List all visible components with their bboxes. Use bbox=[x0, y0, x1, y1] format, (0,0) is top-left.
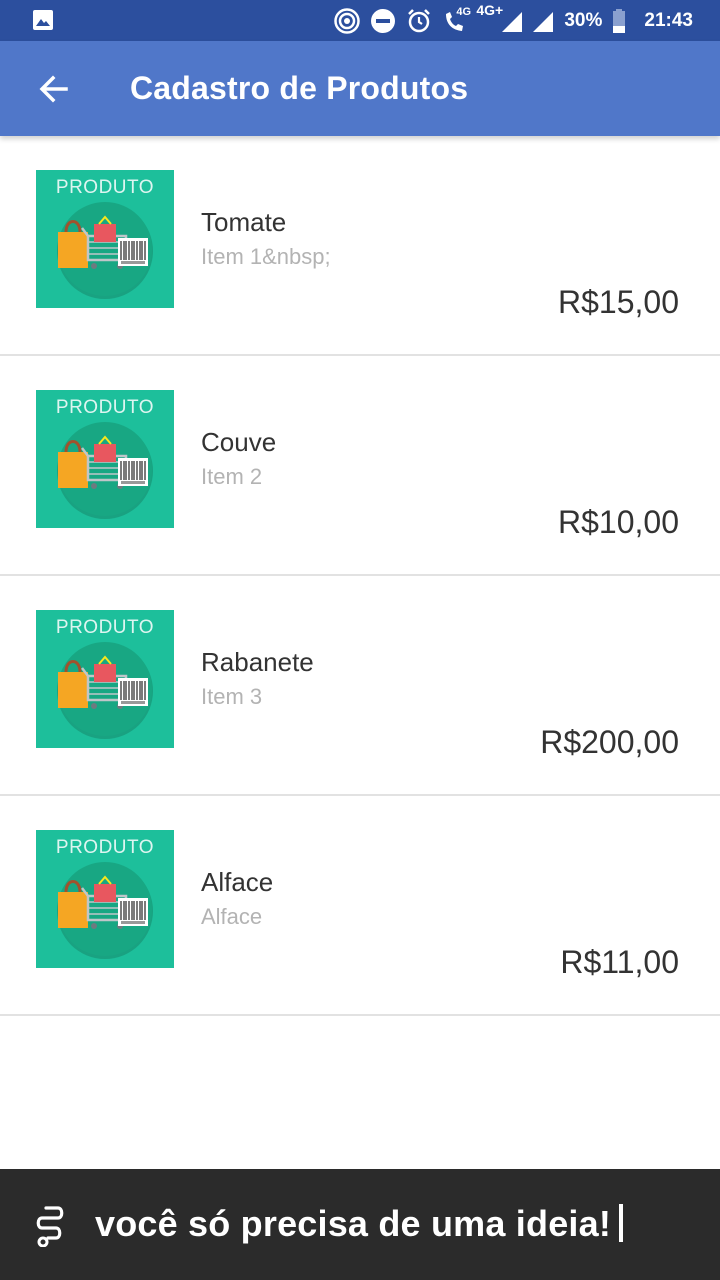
product-thumbnail: PRODUTO bbox=[36, 170, 174, 308]
product-price: R$200,00 bbox=[540, 724, 679, 760]
product-description: Item 2 bbox=[201, 464, 263, 489]
banner-slogan: você só precisa de uma ideia! bbox=[95, 1199, 624, 1249]
product-description: Alface bbox=[201, 904, 263, 929]
product-list-item[interactable]: PRODUTO Rabanete Item 3 R$200,00 bbox=[0, 576, 720, 796]
back-button[interactable] bbox=[22, 63, 86, 115]
thumbnail-label: PRODUTO bbox=[55, 617, 155, 638]
product-thumbnail: PRODUTO bbox=[36, 390, 174, 528]
signal-strength-icon bbox=[532, 8, 554, 34]
product-price: R$10,00 bbox=[558, 504, 679, 540]
thumbnail-label: PRODUTO bbox=[55, 177, 155, 198]
product-thumbnail: PRODUTO bbox=[36, 830, 174, 968]
hotspot-icon bbox=[334, 7, 361, 34]
product-list-item[interactable]: PRODUTO Tomate Item 1&nbsp; R$15,00 bbox=[0, 136, 720, 356]
product-name: Rabanete bbox=[201, 647, 314, 677]
do-not-disturb-icon bbox=[370, 8, 396, 34]
product-description: Item 3 bbox=[201, 684, 263, 709]
clock: 21:43 bbox=[644, 9, 693, 31]
product-name: Couve bbox=[201, 427, 277, 457]
arrow-back-icon bbox=[39, 75, 68, 103]
alarm-icon bbox=[406, 8, 432, 34]
page-title: Cadastro de Produtos bbox=[130, 70, 469, 106]
product-name: Tomate bbox=[201, 207, 287, 237]
promo-banner[interactable]: você só precisa de uma ideia! bbox=[0, 1169, 720, 1280]
product-list-item[interactable]: PRODUTO Couve Item 2 R$10,00 bbox=[0, 356, 720, 576]
app-bar: Cadastro de Produtos bbox=[0, 41, 720, 136]
product-price: R$15,00 bbox=[558, 284, 679, 320]
signal-4g-plus-icon: 4G+ bbox=[476, 2, 523, 34]
product-description: Item 1&nbsp; bbox=[201, 244, 331, 269]
product-list: PRODUTO Tomate Item 1&nbsp; R$15,00 PROD… bbox=[0, 136, 720, 1016]
status-bar: 4G 4G+ 30% 21:43 bbox=[0, 0, 720, 41]
product-thumbnail: PRODUTO bbox=[36, 610, 174, 748]
thumbnail-label: PRODUTO bbox=[55, 837, 155, 858]
product-name: Alface bbox=[201, 867, 274, 897]
product-list-item[interactable]: PRODUTO Alface Alface R$11,00 bbox=[0, 796, 720, 1016]
volte-call-icon: 4G bbox=[442, 6, 471, 34]
banner-slogan-text: você só precisa de uma ideia! bbox=[95, 1203, 612, 1244]
product-price: R$11,00 bbox=[560, 944, 679, 980]
text-cursor bbox=[619, 1204, 624, 1243]
thumbnail-label: PRODUTO bbox=[55, 397, 155, 418]
battery-icon bbox=[612, 8, 626, 34]
battery-percent: 30% bbox=[564, 9, 603, 31]
network-4g-label: 4G bbox=[456, 5, 472, 18]
gallery-notification-icon bbox=[32, 9, 54, 36]
network-4g-plus-label: 4G+ bbox=[476, 1, 504, 18]
brand-logo-icon bbox=[34, 1205, 66, 1252]
